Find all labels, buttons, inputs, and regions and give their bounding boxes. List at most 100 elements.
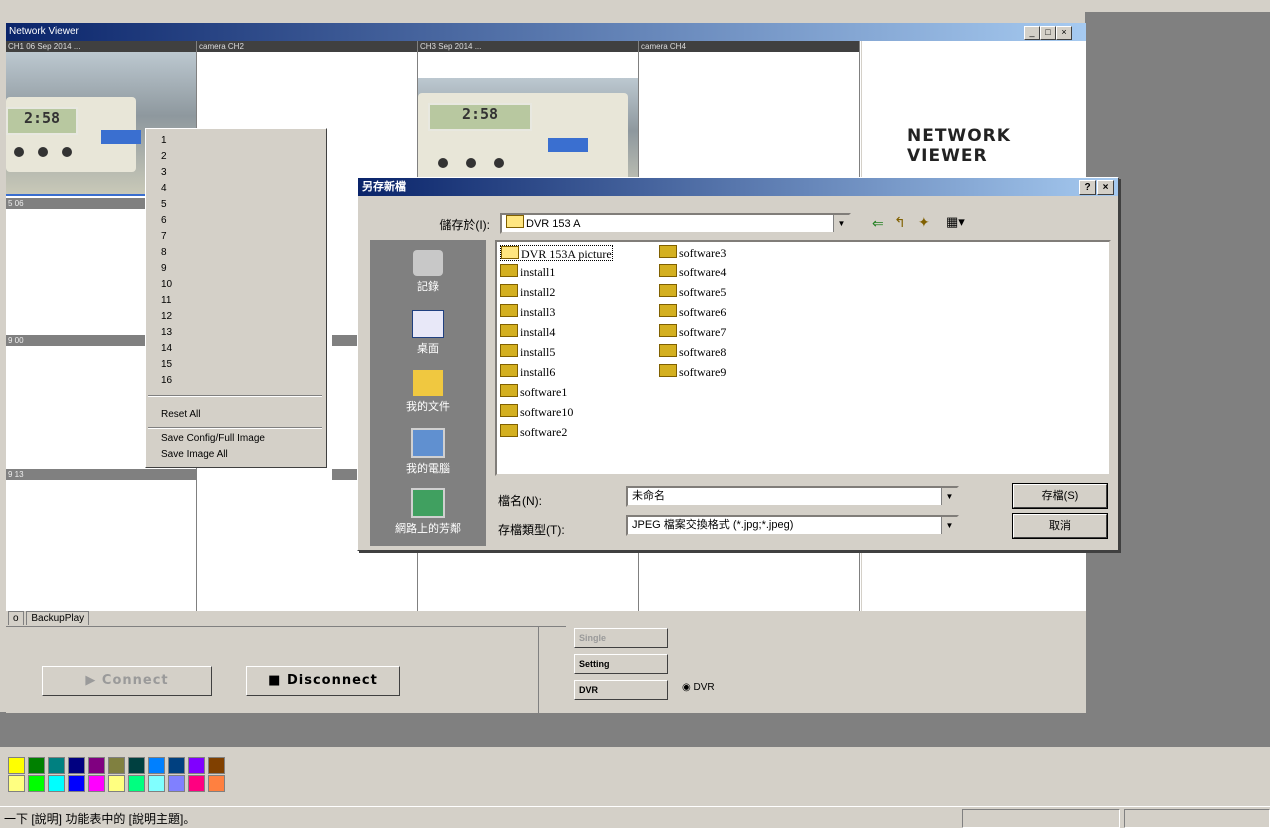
- places-bar: 記錄 桌面 我的文件 我的電腦 網路上的芳鄰: [370, 240, 486, 546]
- chevron-down-icon[interactable]: ▼: [833, 215, 849, 232]
- menu-item[interactable]: 16: [161, 374, 172, 387]
- save-button[interactable]: 存檔(S): [1012, 483, 1108, 509]
- dialog-close-icon[interactable]: ×: [1097, 180, 1114, 195]
- maximize-icon[interactable]: □: [1040, 26, 1056, 40]
- color-swatch[interactable]: [128, 757, 145, 774]
- dvr-radio-label: DVR: [693, 682, 715, 693]
- dvr-button[interactable]: DVR: [574, 680, 668, 700]
- color-swatch[interactable]: [188, 775, 205, 792]
- color-swatch[interactable]: [208, 757, 225, 774]
- list-item[interactable]: software4: [659, 264, 726, 279]
- menu-item[interactable]: 15: [161, 358, 172, 371]
- menu-item-save-image-all[interactable]: Save Image All: [161, 448, 228, 461]
- color-swatch[interactable]: [48, 757, 65, 774]
- context-menu: 1 2 3 4 5 6 7 8 9 10 11 12 13 14 15 16 R…: [145, 128, 327, 468]
- color-swatch[interactable]: [68, 757, 85, 774]
- image-file-icon: [500, 384, 518, 397]
- color-swatch[interactable]: [208, 775, 225, 792]
- image-file-icon: [500, 364, 518, 377]
- dialog-title: 另存新檔: [362, 181, 406, 193]
- color-swatch[interactable]: [88, 757, 105, 774]
- list-item[interactable]: install6: [500, 364, 555, 379]
- color-swatch[interactable]: [28, 757, 45, 774]
- list-item[interactable]: DVR 153A picture: [500, 245, 613, 261]
- color-swatch[interactable]: [48, 775, 65, 792]
- menu-item[interactable]: 8: [161, 246, 167, 259]
- setting-button[interactable]: Setting: [574, 654, 668, 674]
- up-folder-icon[interactable]: ↰: [894, 214, 906, 231]
- menu-item[interactable]: 14: [161, 342, 172, 355]
- status-text: 一下 [說明] 功能表中的 [說明主題]。: [4, 812, 196, 826]
- color-swatch[interactable]: [8, 775, 25, 792]
- minimize-icon[interactable]: _: [1024, 26, 1040, 40]
- list-item[interactable]: software6: [659, 304, 727, 319]
- close-icon[interactable]: ×: [1056, 26, 1072, 40]
- color-swatch[interactable]: [28, 775, 45, 792]
- place-my-computer[interactable]: 我的電腦: [370, 428, 486, 476]
- place-my-documents[interactable]: 我的文件: [370, 370, 486, 414]
- help-icon[interactable]: ?: [1079, 180, 1096, 195]
- color-swatch[interactable]: [128, 775, 145, 792]
- menu-item-save-config[interactable]: Save Config/Full Image: [161, 432, 265, 445]
- color-swatch[interactable]: [148, 775, 165, 792]
- tab-prev[interactable]: o: [8, 611, 24, 625]
- tab-backup-play[interactable]: BackupPlay: [26, 611, 90, 625]
- menu-item[interactable]: 10: [161, 278, 172, 291]
- control-panel: o BackupPlay ▶ Connect ■ Disconnect Sing…: [6, 608, 1086, 714]
- list-item[interactable]: software8: [659, 344, 726, 359]
- menu-item[interactable]: 13: [161, 326, 172, 339]
- cancel-button[interactable]: 取消: [1012, 513, 1108, 539]
- list-item[interactable]: software10: [500, 404, 573, 419]
- place-desktop[interactable]: 桌面: [370, 310, 486, 356]
- new-folder-icon[interactable]: ✦: [918, 214, 930, 231]
- single-button[interactable]: Single: [574, 628, 668, 648]
- disconnect-button[interactable]: ■ Disconnect: [246, 666, 400, 696]
- menu-item[interactable]: 7: [161, 230, 167, 243]
- view-menu-icon[interactable]: ▦▾: [946, 214, 965, 230]
- color-swatch[interactable]: [188, 757, 205, 774]
- list-item[interactable]: software3: [659, 245, 726, 260]
- file-name: software6: [679, 305, 727, 319]
- place-network[interactable]: 網路上的芳鄰: [370, 488, 486, 536]
- file-name: software2: [520, 425, 568, 439]
- color-swatch[interactable]: [68, 775, 85, 792]
- color-swatch[interactable]: [148, 757, 165, 774]
- color-swatch[interactable]: [88, 775, 105, 792]
- file-name: software9: [679, 365, 727, 379]
- menu-item[interactable]: 3: [161, 166, 167, 179]
- menu-item[interactable]: 6: [161, 214, 167, 227]
- menu-item[interactable]: 11: [161, 294, 171, 307]
- filetype-select[interactable]: JPEG 檔案交換格式 (*.jpg;*.jpeg) ▼: [626, 515, 959, 536]
- color-swatch[interactable]: [108, 757, 125, 774]
- list-item[interactable]: software2: [500, 424, 568, 439]
- list-item[interactable]: install1: [500, 264, 555, 279]
- connect-button[interactable]: ▶ Connect: [42, 666, 212, 696]
- dvr-radio[interactable]: ◉ DVR: [682, 682, 715, 693]
- menu-item[interactable]: 5: [161, 198, 167, 211]
- list-item[interactable]: software9: [659, 364, 727, 379]
- save-in-select[interactable]: DVR 153 A ▼: [500, 213, 851, 234]
- color-swatch[interactable]: [8, 757, 25, 774]
- color-swatch[interactable]: [168, 775, 185, 792]
- list-item[interactable]: install2: [500, 284, 555, 299]
- list-item[interactable]: software1: [500, 384, 567, 399]
- list-item[interactable]: install3: [500, 304, 555, 319]
- menu-item-reset-all[interactable]: Reset All: [161, 408, 200, 421]
- color-swatch[interactable]: [168, 757, 185, 774]
- back-icon[interactable]: ⇐: [872, 215, 884, 232]
- menu-item[interactable]: 12: [161, 310, 172, 323]
- my-computer-icon: [411, 428, 445, 458]
- chevron-down-icon[interactable]: ▼: [941, 517, 957, 534]
- list-item[interactable]: software5: [659, 284, 726, 299]
- menu-item[interactable]: 1: [161, 134, 167, 147]
- list-item[interactable]: install4: [500, 324, 555, 339]
- color-swatch[interactable]: [108, 775, 125, 792]
- place-history[interactable]: 記錄: [370, 250, 486, 294]
- list-item[interactable]: software7: [659, 324, 726, 339]
- chevron-down-icon[interactable]: ▼: [941, 488, 957, 505]
- list-item[interactable]: install5: [500, 344, 555, 359]
- filename-input[interactable]: 未命名 ▼: [626, 486, 959, 507]
- menu-item[interactable]: 2: [161, 150, 167, 163]
- menu-item[interactable]: 9: [161, 262, 167, 275]
- menu-item[interactable]: 4: [161, 182, 167, 195]
